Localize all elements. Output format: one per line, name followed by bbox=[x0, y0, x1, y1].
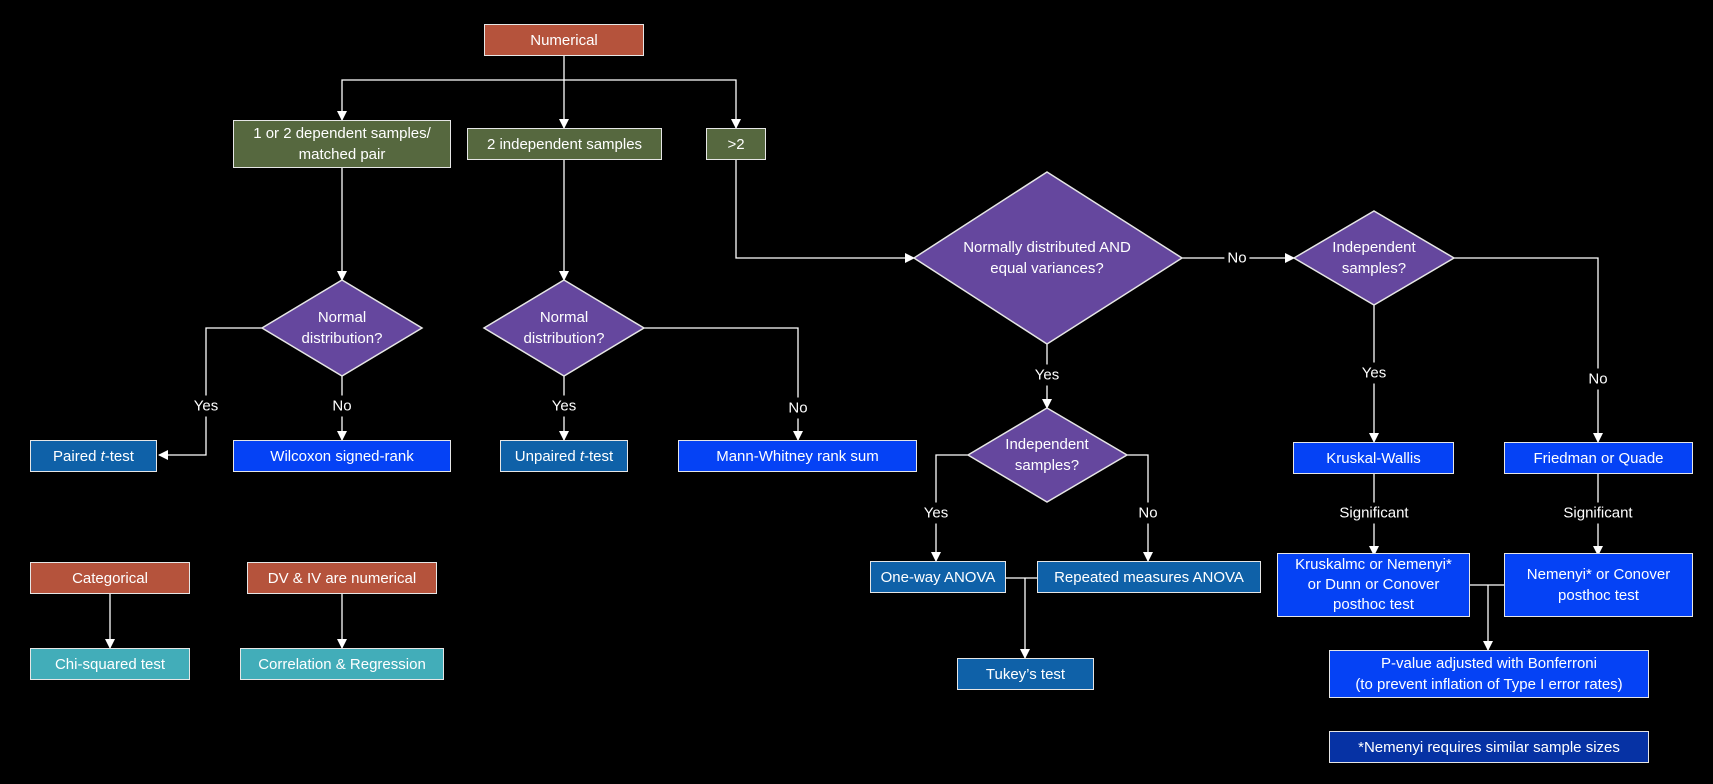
kruskal-posthoc-node: Kruskalmc or Nemenyi* or Dunn or Conover… bbox=[1277, 553, 1470, 617]
paired-t-suffix: -test bbox=[104, 447, 134, 465]
tukey-node: Tukey’s test bbox=[957, 658, 1094, 690]
unpaired-t-suffix: -test bbox=[584, 447, 614, 465]
edge-label-no: No bbox=[1224, 247, 1250, 269]
edge-label-no: No bbox=[329, 395, 355, 417]
unpaired-t-test-node: Unpaired t -test bbox=[500, 440, 628, 472]
footnote-node: *Nemenyi requires similar sample sizes bbox=[1329, 731, 1649, 763]
independent-samples-node: 2 independent samples bbox=[467, 128, 662, 160]
edge-normal1-yes bbox=[158, 327, 262, 460]
repeated-anova-node: Repeated measures ANOVA bbox=[1037, 561, 1261, 593]
chi-squared-node: Chi-squared test bbox=[30, 648, 190, 680]
bonferroni-node: P-value adjusted with Bonferroni (to pre… bbox=[1329, 650, 1649, 698]
edge-to-gt2 bbox=[564, 79, 741, 129]
edge-label-yes: Yes bbox=[548, 395, 580, 417]
edge-label-no: No bbox=[1135, 502, 1161, 524]
paired-t-prefix: Paired bbox=[53, 447, 101, 465]
normal-dist-2-text: Normal distribution? bbox=[523, 309, 605, 347]
edge-label-yes: Yes bbox=[190, 395, 222, 417]
numerical-node: Numerical bbox=[484, 24, 644, 56]
edge-label-yes: Yes bbox=[1031, 364, 1063, 386]
independent-nonparam-text: Independent samples? bbox=[1332, 239, 1416, 277]
correlation-regression-node: Correlation & Regression bbox=[240, 648, 444, 680]
nemenyi-posthoc-node: Nemenyi* or Conover posthoc test bbox=[1504, 553, 1693, 617]
edge-label-significant: Significant bbox=[1336, 502, 1412, 524]
edge-normal2-no bbox=[644, 327, 803, 441]
normal-equal-var-text: Normally distributed AND equal variances… bbox=[963, 239, 1131, 277]
paired-t-test-node: Paired t -test bbox=[30, 440, 157, 472]
edge-label-no: No bbox=[785, 397, 811, 419]
friedman-quade-node: Friedman or Quade bbox=[1504, 442, 1693, 474]
edge-indep-nonparam-no bbox=[1454, 257, 1603, 443]
edge-gt2-to-normalvar bbox=[735, 160, 915, 263]
edge-label-yes: Yes bbox=[1358, 362, 1390, 384]
edge-to-dependent bbox=[337, 79, 564, 121]
one-way-anova-node: One-way ANOVA bbox=[870, 561, 1006, 593]
dv-iv-numerical-node: DV & IV are numerical bbox=[247, 562, 437, 594]
unpaired-t-prefix: Unpaired bbox=[514, 447, 580, 465]
more-than-two-node: >2 bbox=[706, 128, 766, 160]
edge-label-yes: Yes bbox=[920, 502, 952, 524]
wilcoxon-node: Wilcoxon signed-rank bbox=[233, 440, 451, 472]
edge-label-significant: Significant bbox=[1560, 502, 1636, 524]
edge-label-no: No bbox=[1585, 368, 1611, 390]
kruskal-wallis-node: Kruskal-Wallis bbox=[1293, 442, 1454, 474]
mann-whitney-node: Mann-Whitney rank sum bbox=[678, 440, 917, 472]
dependent-samples-node: 1 or 2 dependent samples/ matched pair bbox=[233, 120, 451, 168]
normal-dist-1-text: Normal distribution? bbox=[301, 309, 383, 347]
categorical-node: Categorical bbox=[30, 562, 190, 594]
independent-anova-text: Independent samples? bbox=[1005, 436, 1089, 474]
